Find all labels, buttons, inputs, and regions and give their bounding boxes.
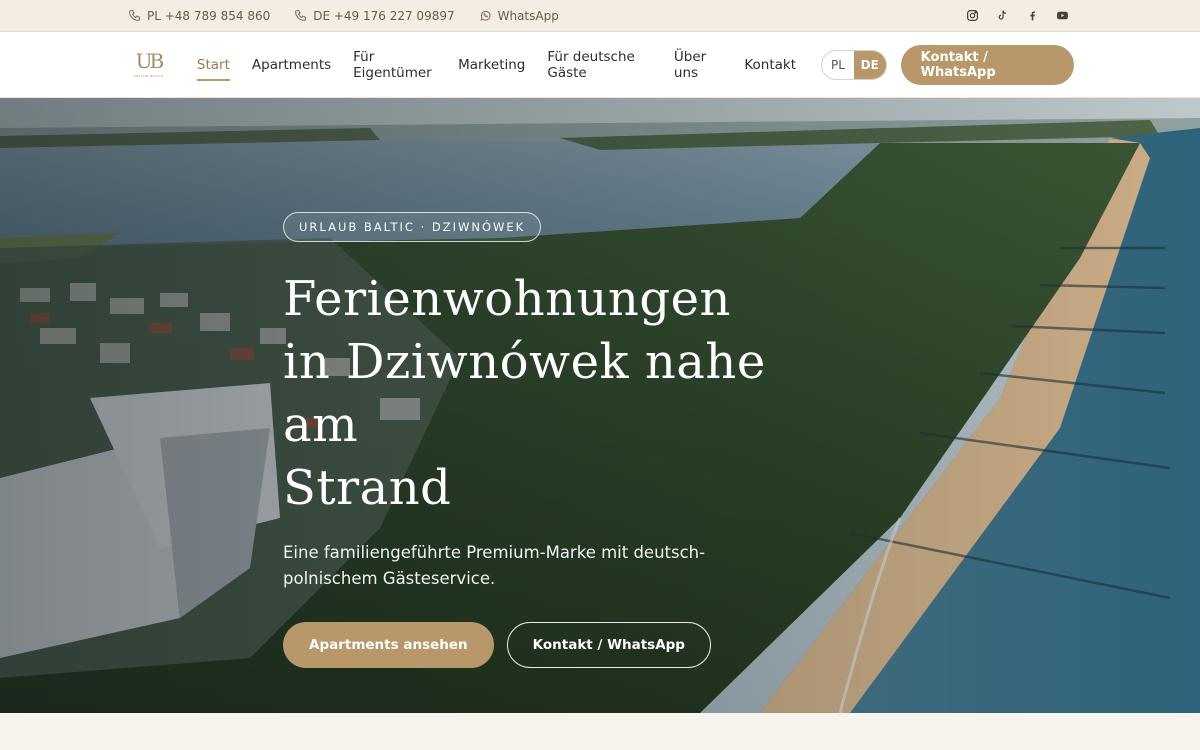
view-apartments-button[interactable]: Apartments ansehen <box>283 622 494 668</box>
phone-pl-link[interactable]: PL +48 789 854 860 <box>128 9 270 23</box>
hero-title-line2: in Dziwnówek nahe am <box>283 334 766 453</box>
hero-content: URLAUB BALTIC · DZIWNÓWEK Ferienwohnunge… <box>283 212 843 668</box>
hero-subtitle: Eine familiengeführte Premium-Marke mit … <box>283 543 706 588</box>
whatsapp-text: WhatsApp <box>497 8 559 23</box>
whatsapp-link[interactable]: WhatsApp <box>479 9 559 23</box>
language-switcher: PL DE <box>821 49 887 80</box>
phone-de-text: DE +49 176 227 09897 <box>313 8 455 23</box>
youtube-icon[interactable] <box>1054 8 1070 24</box>
lang-option-de[interactable]: DE <box>853 50 886 79</box>
nav-item-apartments[interactable]: Apartments <box>252 51 331 79</box>
nav-item-about[interactable]: Über uns <box>674 43 722 87</box>
nav-item-contact[interactable]: Kontakt <box>744 51 796 79</box>
phone-pl-text: PL +48 789 854 860 <box>147 8 271 23</box>
nav-item-marketing[interactable]: Marketing <box>458 51 525 79</box>
contact-links: PL +48 789 854 860 DE +49 176 227 09897 … <box>128 9 559 23</box>
whatsapp-icon <box>479 10 491 21</box>
nav-item-owners[interactable]: Für Eigentümer <box>353 43 436 87</box>
hero-contact-button[interactable]: Kontakt / WhatsApp <box>506 622 711 668</box>
main-nav: Start Apartments Für Eigentümer Marketin… <box>196 43 796 87</box>
hero-title: Ferienwohnungen in Dziwnówek nahe am Str… <box>283 268 843 520</box>
next-section-start <box>0 713 1200 750</box>
phone-de-link[interactable]: DE +49 176 227 09897 <box>294 8 455 23</box>
hero-title-line3: Strand <box>283 460 452 516</box>
facebook-icon[interactable] <box>1024 8 1040 24</box>
social-links <box>964 8 1070 24</box>
header-contact-button[interactable]: Kontakt / WhatsApp <box>900 44 1074 85</box>
logo-mark: UB <box>135 49 165 73</box>
hero-actions: Apartments ansehen Kontakt / WhatsApp <box>283 622 843 668</box>
hero-eyebrow-badge: URLAUB BALTIC · DZIWNÓWEK <box>283 212 542 242</box>
phone-icon <box>295 10 307 21</box>
main-header: UB URLAUB BALTIC Start Apartments Für Ei… <box>0 32 1200 98</box>
nav-item-german-guests[interactable]: Für deutsche Gäste <box>547 43 652 87</box>
lang-option-pl[interactable]: PL <box>822 51 854 79</box>
tiktok-icon[interactable] <box>994 8 1010 24</box>
top-contact-bar: PL +48 789 854 860 DE +49 176 227 09897 … <box>0 0 1200 32</box>
brand-logo[interactable]: UB URLAUB BALTIC <box>133 48 164 82</box>
hero-section: URLAUB BALTIC · DZIWNÓWEK Ferienwohnunge… <box>0 98 1200 713</box>
instagram-icon[interactable] <box>964 8 980 24</box>
hero-title-line1: Ferienwohnungen <box>283 271 731 327</box>
nav-item-start[interactable]: Start <box>196 51 230 81</box>
phone-icon <box>129 10 140 21</box>
logo-subtext: URLAUB BALTIC <box>133 74 164 78</box>
